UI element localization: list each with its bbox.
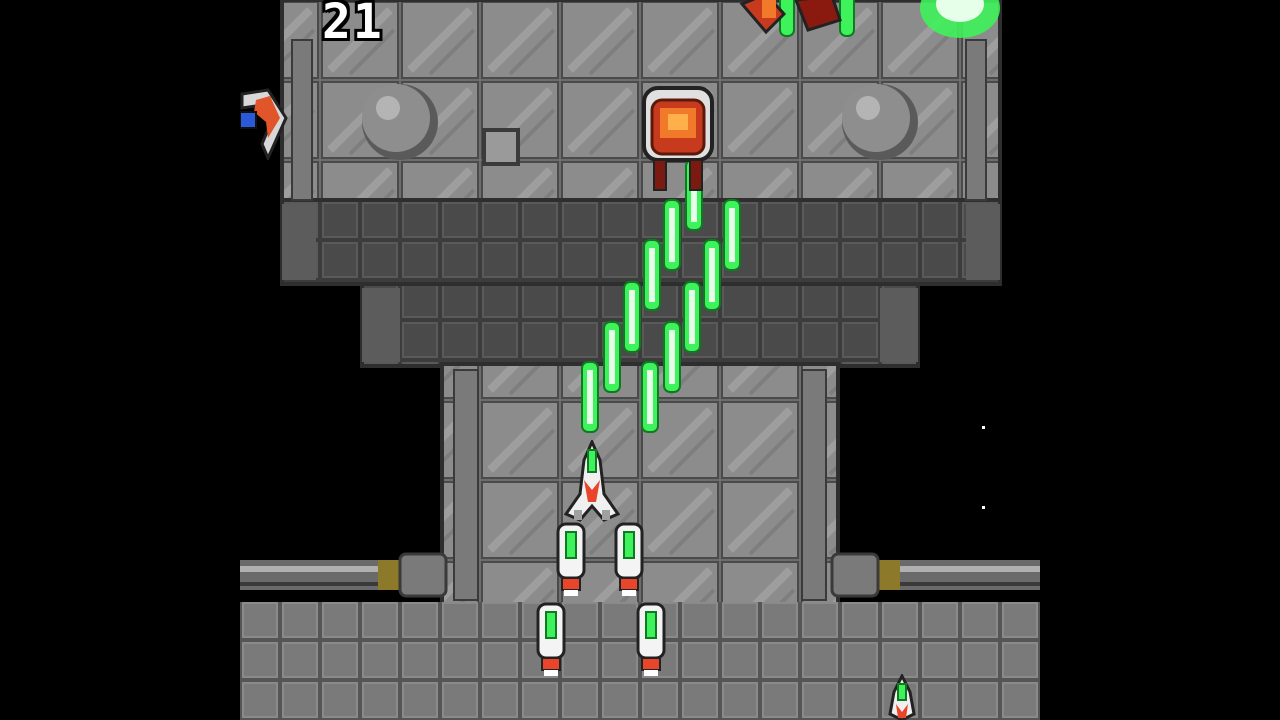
player-fighter-icon <box>564 440 620 522</box>
red-fighter-icon <box>739 0 842 35</box>
option-pod-icon <box>636 602 666 676</box>
option-pod-icon <box>614 522 644 596</box>
orange-drone-icon <box>240 88 288 160</box>
option-pod-icon <box>536 602 566 676</box>
player-fighter-icon <box>888 674 916 720</box>
orange-turret-icon <box>642 86 714 191</box>
score-counter: 21 <box>322 0 384 50</box>
green-laser-icon <box>581 159 741 433</box>
option-pod-icon <box>556 522 586 596</box>
game-playfield: 21 <box>240 0 1040 720</box>
